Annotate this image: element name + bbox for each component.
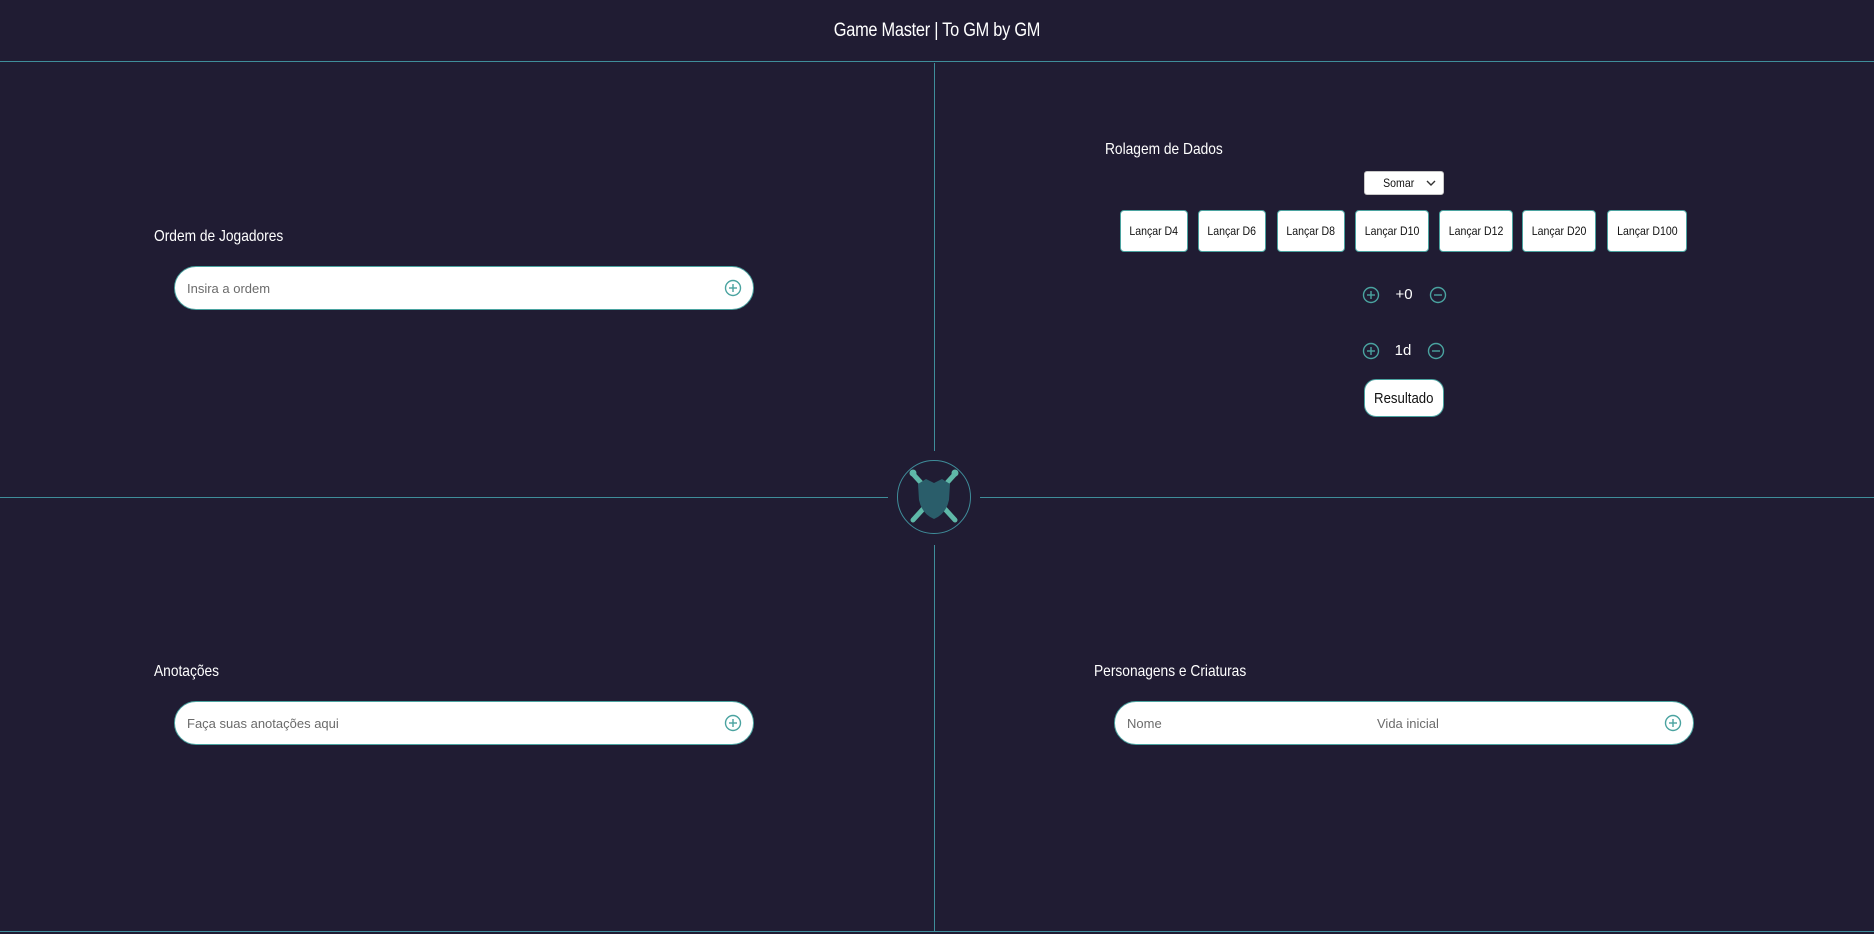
character-name-input[interactable] [1127,708,1377,738]
decrease-dice-count-icon[interactable] [1426,341,1446,361]
characters-field [1114,701,1694,745]
bottom-border [0,931,1874,932]
dice-count-value: 1d [1394,342,1412,359]
shield-swords-emblem [897,460,971,534]
players-order-input[interactable] [187,273,723,303]
add-note-icon[interactable] [723,713,743,733]
app-header: Game Master | To GM by GM [0,0,1874,62]
vertical-divider-bottom [934,545,935,931]
horizontal-divider-right [980,497,1874,498]
decrease-modifier-icon[interactable] [1428,285,1448,305]
notes-section-title: Anotações [154,663,220,680]
dice-mode-value: Somar [1383,176,1415,190]
increase-dice-count-icon[interactable] [1361,341,1381,361]
roll-d10-button[interactable]: Lançar D10 [1355,210,1429,252]
roll-d12-button[interactable]: Lançar D12 [1439,210,1513,252]
roll-d100-button[interactable]: Lançar D100 [1607,210,1687,252]
characters-section-title: Personagens e Criaturas [1094,663,1247,680]
character-hp-input[interactable] [1377,708,1663,738]
result-button[interactable]: Resultado [1364,379,1444,417]
roll-d4-button[interactable]: Lançar D4 [1120,210,1188,252]
dice-mode-select[interactable]: Somar [1364,171,1444,195]
shield-swords-icon [909,469,959,523]
app-title: Game Master | To GM by GM [833,19,1041,41]
chevron-down-icon [1426,180,1436,186]
notes-field [174,701,754,745]
roll-d6-button[interactable]: Lançar D6 [1198,210,1266,252]
modifier-value: +0 [1395,286,1413,303]
players-section-title: Ordem de Jogadores [154,228,284,245]
roll-d20-button[interactable]: Lançar D20 [1522,210,1596,252]
add-character-icon[interactable] [1663,713,1683,733]
horizontal-divider-left [0,497,888,498]
dice-section-title: Rolagem de Dados [1105,141,1223,158]
vertical-divider-top [934,63,935,451]
roll-d8-button[interactable]: Lançar D8 [1277,210,1345,252]
add-player-icon[interactable] [723,278,743,298]
increase-modifier-icon[interactable] [1361,285,1381,305]
notes-input[interactable] [187,708,723,738]
players-order-field [174,266,754,310]
